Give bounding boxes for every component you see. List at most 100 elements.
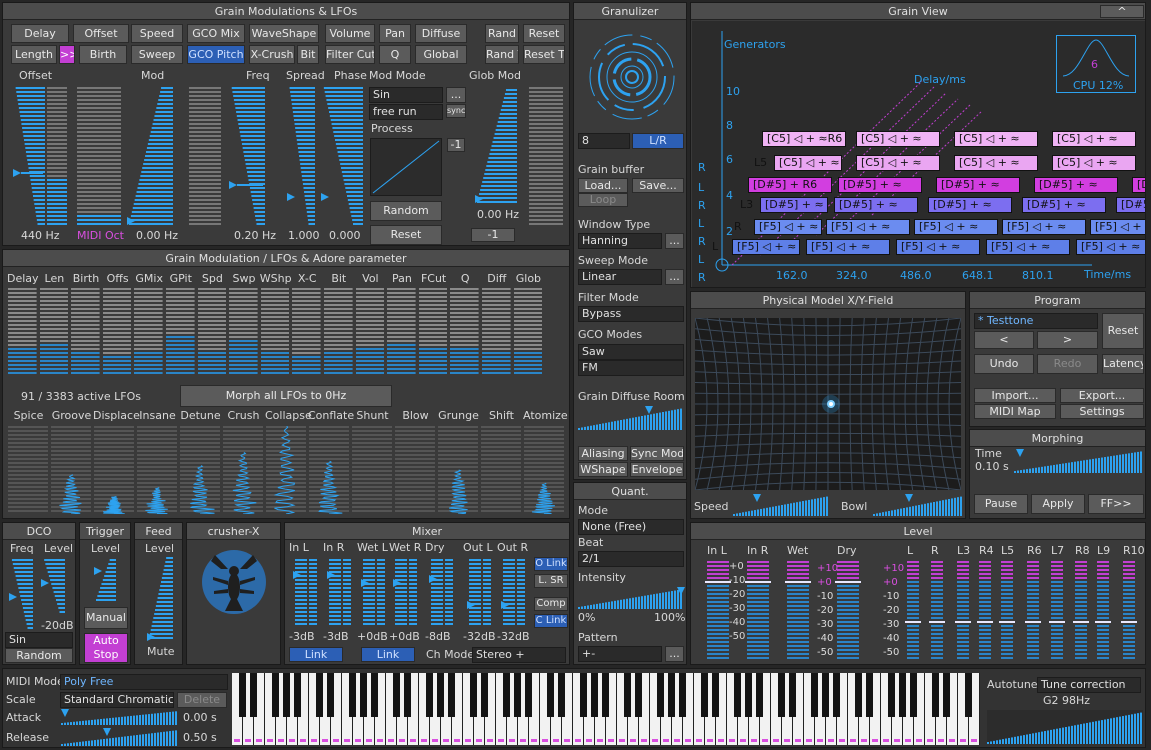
program-reset-button[interactable]: Reset — [1102, 313, 1144, 349]
level-meter-handle[interactable] — [745, 581, 771, 583]
import-button[interactable]: Import... — [974, 388, 1056, 403]
mixer-wet-r-slider[interactable] — [395, 557, 407, 627]
adore-col-bars[interactable] — [40, 288, 69, 378]
mixer-out-r-meter[interactable] — [517, 557, 525, 627]
dco-level-slider-handle[interactable] — [41, 579, 49, 587]
effect-collapse-slider[interactable] — [266, 426, 306, 514]
adore-col-bars[interactable] — [261, 288, 290, 378]
mod-wave-select[interactable]: Sin — [369, 87, 443, 103]
grain-block[interactable]: [F5] ◁ + ≈ — [806, 239, 890, 255]
redo-button[interactable]: Redo — [1037, 354, 1098, 374]
piano-black-key[interactable] — [250, 673, 257, 717]
effect-insane-slider[interactable] — [137, 426, 177, 514]
feed-level-slider[interactable] — [149, 557, 173, 641]
mod-wave-dots-button[interactable]: ... — [446, 87, 466, 103]
grain-block[interactable]: [F5] ◁ + ≈ — [732, 239, 800, 255]
mixer-dry-slider[interactable] — [431, 557, 443, 627]
mod-slider[interactable] — [77, 87, 121, 227]
sync-button[interactable]: sync — [446, 104, 466, 118]
effect-groove-slider[interactable] — [51, 426, 91, 514]
grain-block[interactable]: [F5] ◁ + ≈ — [754, 219, 822, 235]
process-curve[interactable] — [370, 138, 442, 196]
adore-col-bars[interactable] — [198, 288, 227, 378]
piano-black-key[interactable] — [866, 673, 873, 717]
piano-black-key[interactable] — [239, 673, 246, 717]
offset-handle[interactable] — [13, 169, 21, 177]
scale-select[interactable]: Standard Chromatic — [60, 692, 174, 708]
gco-mode-2[interactable]: FM — [578, 360, 684, 376]
lfo-btn2-length[interactable]: Length — [11, 45, 57, 64]
grain-block[interactable]: [D#5] + ≈ — [1034, 177, 1118, 193]
offset-range[interactable] — [47, 87, 67, 227]
adore-col-bars[interactable] — [103, 288, 132, 378]
manual-button[interactable]: Manual — [84, 607, 128, 629]
grain-block[interactable]: [D#5] + ≈ — [1022, 197, 1106, 213]
program-name[interactable]: * Testtone — [974, 313, 1098, 329]
piano-black-key[interactable] — [547, 673, 554, 717]
lfo-btn2-birth[interactable]: Birth — [79, 45, 127, 64]
grain-block[interactable]: [C5] ◁ + ≈ — [1052, 155, 1136, 171]
lfo-btn2-global[interactable]: Global — [415, 45, 467, 64]
grain-block[interactable]: [D#5] + ≈ — [928, 197, 1012, 213]
freq-handle[interactable] — [229, 181, 237, 189]
piano-black-key[interactable] — [635, 673, 642, 717]
level-meter-handle[interactable] — [1121, 621, 1137, 623]
latency-button[interactable]: Latency — [1102, 354, 1144, 374]
piano-black-key[interactable] — [778, 673, 785, 717]
effect-crush-slider[interactable] — [223, 426, 263, 514]
piano-black-key[interactable] — [932, 673, 939, 717]
grain-block[interactable]: [D#5] + ≈ — [838, 177, 922, 193]
grain-block[interactable]: [F5] ◁ + ≈ — [1002, 219, 1086, 235]
mixer-wet-r-meter[interactable] — [409, 557, 417, 627]
glob-value-box[interactable]: -1 — [471, 228, 515, 242]
effect-blow-slider[interactable] — [395, 426, 435, 514]
grain-block[interactable]: [D#5] + ≈ — [1116, 197, 1145, 213]
bowl-slider[interactable] — [873, 494, 963, 516]
mod-handle[interactable] — [127, 217, 135, 225]
envelope-button[interactable]: Envelope — [630, 462, 684, 477]
release-slider[interactable] — [61, 728, 179, 746]
piano-black-key[interactable] — [371, 673, 378, 717]
lfo-btn2-filter-cut[interactable]: Filter Cut — [325, 45, 375, 64]
mixer-in-l-slider[interactable] — [295, 557, 307, 627]
process-value[interactable]: -1 — [447, 138, 465, 152]
effect-atomize-slider[interactable] — [524, 426, 564, 514]
window-type-select[interactable]: Hanning — [578, 233, 662, 249]
piano-black-key[interactable] — [789, 673, 796, 717]
mod-freq-range[interactable] — [189, 87, 221, 227]
piano-black-key[interactable] — [756, 673, 763, 717]
link-in-button[interactable]: Link — [289, 647, 343, 662]
effect-shunt-slider[interactable] — [352, 426, 392, 514]
piano-black-key[interactable] — [888, 673, 895, 717]
level-meter-handle[interactable] — [977, 621, 993, 623]
mixer-in-l-meter[interactable] — [309, 557, 317, 627]
mixer-handle[interactable] — [361, 579, 369, 587]
phase-handle[interactable] — [321, 193, 329, 201]
piano-black-key[interactable] — [481, 673, 488, 717]
piano-black-key[interactable] — [580, 673, 587, 717]
pause-button[interactable]: Pause — [974, 494, 1028, 514]
piano-black-key[interactable] — [833, 673, 840, 717]
morph-time-slider[interactable] — [1014, 449, 1144, 473]
mixer-out-l-meter[interactable] — [483, 557, 491, 627]
piano-black-key[interactable] — [679, 673, 686, 717]
attack-slider[interactable] — [61, 709, 179, 725]
lfo-random-button[interactable]: Random — [370, 201, 442, 221]
chmode-select[interactable]: Stereo + — [472, 647, 566, 663]
lfo-btn2-reset-t[interactable]: Reset T — [523, 45, 565, 64]
lfo-btn2-arrow[interactable]: >> — [59, 45, 75, 64]
piano-black-key[interactable] — [624, 673, 631, 717]
adore-col-bars[interactable] — [229, 288, 258, 378]
gco-mode-1[interactable]: Saw — [578, 344, 684, 360]
dco-wave-select[interactable]: Sin — [5, 632, 73, 648]
intensity-slider[interactable] — [578, 587, 684, 609]
pattern-dots-button[interactable]: ... — [665, 646, 684, 662]
piano-black-key[interactable] — [283, 673, 290, 717]
mixer-wet-l-slider[interactable] — [363, 557, 375, 627]
undo-button[interactable]: Undo — [974, 354, 1034, 374]
level-meter-handle[interactable] — [929, 621, 945, 623]
trigger-level-slider-handle[interactable] — [94, 567, 102, 575]
lfo-btn-speed[interactable]: Speed — [131, 24, 183, 43]
lfo-btn2-sweep[interactable]: Sweep — [131, 45, 183, 64]
mixer-handle[interactable] — [467, 601, 475, 609]
